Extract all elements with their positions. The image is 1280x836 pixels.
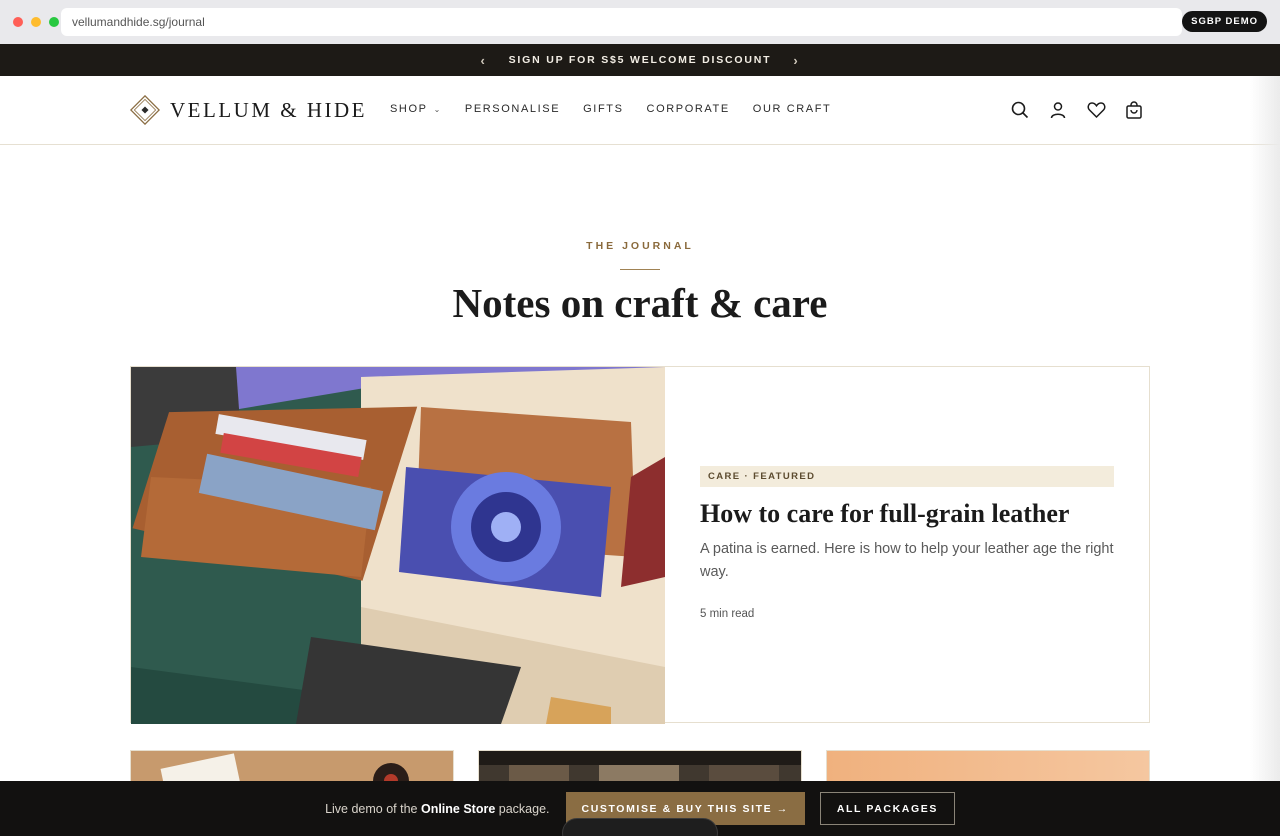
featured-article-image[interactable] [131, 367, 665, 724]
cart-icon[interactable] [1124, 100, 1144, 120]
main-nav: SHOP ⌄ PERSONALISE GIFTS CORPORATE OUR C… [390, 103, 854, 115]
article-tag: CARE · FEATURED [700, 466, 1114, 487]
maximize-window-button[interactable] [49, 17, 59, 27]
site-header: VELLUM & HIDE SHOP ⌄ PERSONALISE GIFTS C… [0, 76, 1280, 145]
wishlist-icon[interactable] [1086, 100, 1106, 120]
minimize-window-button[interactable] [31, 17, 41, 27]
chevron-down-icon: ⌄ [433, 104, 442, 114]
url-text: vellumandhide.sg/journal [72, 15, 205, 29]
floating-toolbar[interactable] [562, 818, 718, 836]
search-icon[interactable] [1010, 100, 1030, 120]
nav-label: OUR CRAFT [752, 103, 832, 115]
all-packages-button[interactable]: ALL PACKAGES [819, 792, 955, 825]
wallets-photo [131, 367, 665, 724]
featured-article-card[interactable]: CARE · FEATURED How to care for full-gra… [130, 366, 1150, 724]
article-excerpt: A patina is earned. Here is how to help … [700, 541, 1114, 580]
address-bar[interactable]: vellumandhide.sg/journal [61, 8, 1182, 36]
nav-label: SHOP [390, 103, 428, 115]
account-icon[interactable] [1048, 100, 1068, 120]
chevron-left-icon[interactable]: ‹ [480, 53, 486, 68]
nav-item-gifts[interactable]: GIFTS [583, 103, 623, 115]
eyebrow-divider [620, 269, 660, 270]
right-edge-shadow [1250, 76, 1280, 781]
nav-item-our-craft[interactable]: OUR CRAFT [753, 103, 832, 115]
article-read-time: 5 min read [700, 608, 755, 620]
brand-logo[interactable]: VELLUM & HIDE [130, 95, 367, 125]
nav-item-personalise[interactable]: PERSONALISE [465, 103, 560, 115]
window-controls [13, 17, 59, 27]
nav-label: CORPORATE [646, 103, 730, 115]
page-title: Notes on craft & care [452, 280, 828, 326]
announcement-text[interactable]: SIGN UP FOR S$5 WELCOME DISCOUNT [509, 54, 772, 66]
close-window-button[interactable] [13, 17, 23, 27]
brand-name: VELLUM & HIDE [170, 97, 367, 122]
nav-label: PERSONALISE [464, 103, 561, 115]
featured-article-body: CARE · FEATURED How to care for full-gra… [700, 466, 1114, 620]
nav-label: GIFTS [583, 103, 624, 115]
demo-badge[interactable]: SGBP DEMO [1182, 11, 1267, 32]
section-eyebrow: THE JOURNAL [586, 240, 694, 252]
nav-item-shop[interactable]: SHOP ⌄ [390, 103, 442, 115]
diamond-logo-icon [130, 95, 160, 125]
announcement-bar: ‹ SIGN UP FOR S$5 WELCOME DISCOUNT › [0, 44, 1280, 76]
article-title[interactable]: How to care for full-grain leather [700, 497, 1114, 531]
chevron-right-icon[interactable]: › [793, 53, 799, 68]
nav-item-corporate[interactable]: CORPORATE [647, 103, 730, 115]
header-actions [1010, 100, 1144, 120]
browser-chrome: vellumandhide.sg/journal SGBP DEMO [0, 0, 1280, 44]
demo-description: Live demo of the Online Store package. [325, 801, 550, 816]
